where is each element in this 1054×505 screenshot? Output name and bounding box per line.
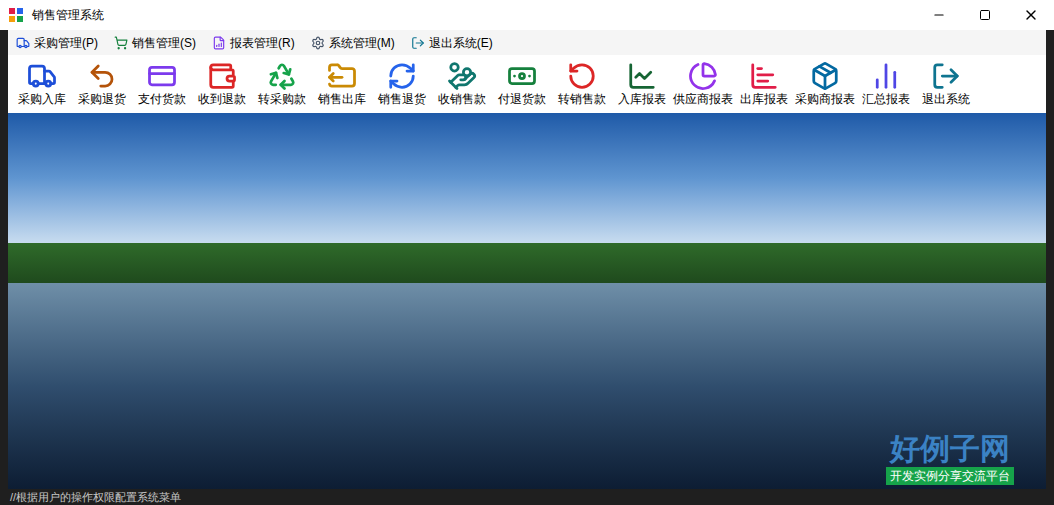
toolbar-button[interactable]: 退出系统 [916,61,976,107]
menu-item[interactable]: 系统管理(M) [311,34,395,52]
app-window: 销售管理系统采购管理(P) 销售管理(S) 报表管理(R) 系统管理(M) 退出系统(E… [0,0,1054,505]
toolbar-button[interactable]: 销售出库 [312,61,372,107]
menu-item[interactable]: 退出系统(E) [411,34,493,52]
toolbar-button[interactable]: 采购商报表 [794,61,856,107]
menu-icon [212,36,226,50]
toolbar-button[interactable]: 销售退货 [372,61,432,107]
toolbar-icon [267,61,297,91]
toolbar-icon [27,61,57,91]
close-icon [1023,7,1039,23]
toolbar-icon [567,61,597,91]
toolbar-button[interactable]: 收到退款 [192,61,252,107]
toolbar-icon [447,61,477,91]
toolbar-button[interactable]: 采购退货 [72,61,132,107]
watermark: 好例子网开发实例分享交流平台 [886,431,1014,485]
toolbar-button[interactable]: 转销售款 [552,61,612,107]
app-icon [8,7,24,23]
toolbar-button[interactable]: 供应商报表 [672,61,734,107]
toolbar-icon [688,61,718,91]
menu-item[interactable]: 销售管理(S) [114,34,196,52]
toolbar-icon [147,61,177,91]
toolbar-button[interactable]: 收销售款 [432,61,492,107]
minimize-icon [932,8,946,22]
toolbar-icon [931,61,961,91]
menu-icon [411,36,425,50]
toolbar-button[interactable]: 出库报表 [734,61,794,107]
toolbar-icon [387,61,417,91]
status-strip: //根据用户的操作权限配置系统菜单 [0,489,1054,505]
toolbar-button[interactable]: 转采购款 [252,61,312,107]
window-title: 销售管理系统 [32,6,104,24]
minimize-button[interactable] [916,0,962,30]
toolbar-button[interactable]: 支付货款 [132,61,192,107]
toolbar-icon [207,61,237,91]
maximize-button[interactable] [962,0,1008,30]
menu-icon [16,36,30,50]
maximize-icon [979,9,991,21]
toolbar-button[interactable]: 付退货款 [492,61,552,107]
toolbar-button[interactable]: 汇总报表 [856,61,916,107]
menu-bar: 采购管理(P) 销售管理(S) 报表管理(R) 系统管理(M) 退出系统(E) [8,30,1046,55]
menu-item[interactable]: 采购管理(P) [16,34,98,52]
toolbar-icon [327,61,357,91]
close-button[interactable] [1008,0,1054,30]
menu-item[interactable]: 报表管理(R) [212,34,295,52]
toolbar-icon [627,61,657,91]
toolbar-icon [507,61,537,91]
toolbar-icon [871,61,901,91]
toolbar-button[interactable]: 采购入库 [12,61,72,107]
menu-icon [311,36,325,50]
toolbar: 采购入库采购退货支付货款收到退款转采购款销售出库销售退货收销售款付退货款转销售款… [8,55,1046,113]
toolbar-icon [87,61,117,91]
toolbar-icon [810,61,840,91]
toolbar-icon [749,61,779,91]
title-bar: 销售管理系统 [0,0,1054,30]
toolbar-button[interactable]: 入库报表 [612,61,672,107]
background-photo: 好例子网开发实例分享交流平台 [8,113,1046,489]
menu-icon [114,36,128,50]
